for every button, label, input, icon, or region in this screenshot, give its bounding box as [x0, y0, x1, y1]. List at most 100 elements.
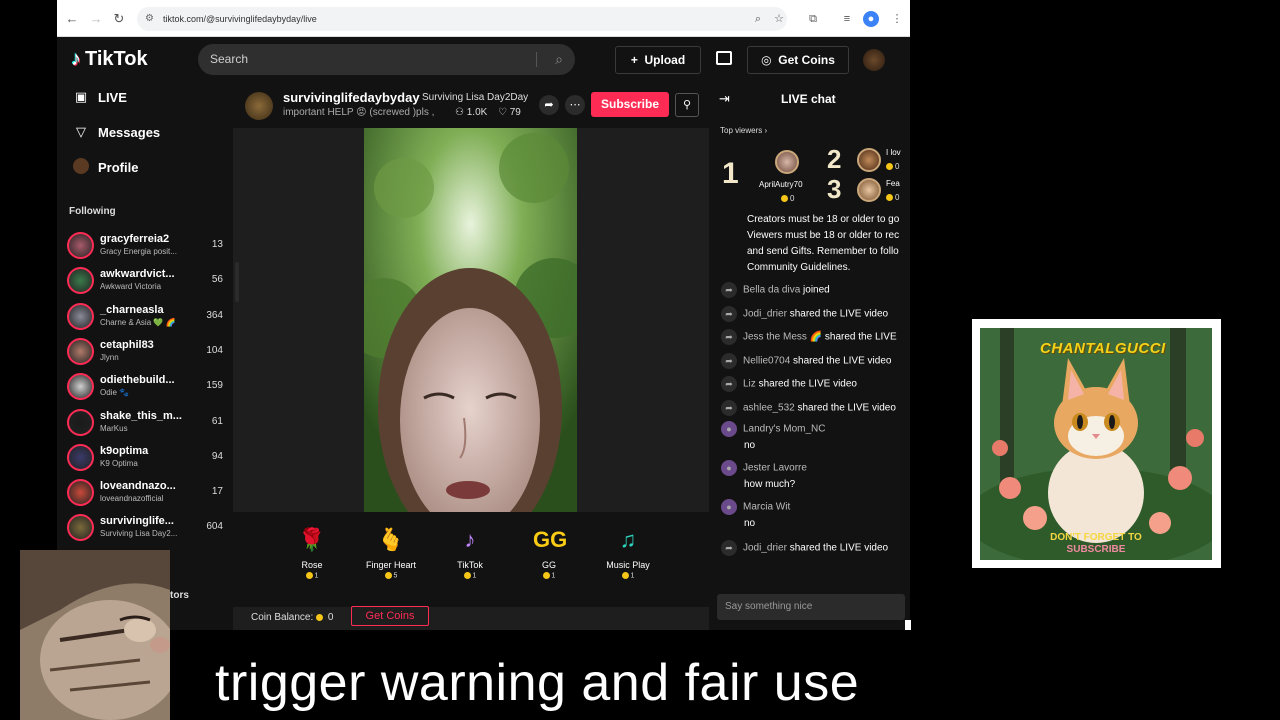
following-item[interactable]: loveandnazo... loveandnazofficial 17	[67, 476, 223, 508]
extensions-icon[interactable]: ⧉	[805, 11, 821, 27]
collapse-chat-icon[interactable]: ⇥	[719, 91, 730, 107]
top-viewers-label: Top viewers	[720, 126, 763, 135]
following-avatar	[67, 408, 94, 436]
window-corner	[905, 620, 911, 630]
guidelines-line: and send Gifts. Remember to follo	[747, 246, 899, 257]
following-item[interactable]: cetaphil83 Jlynn 104	[67, 335, 223, 367]
chat-username[interactable]: Jess the Mess 🌈	[743, 332, 822, 343]
sidebar-item-profile[interactable]: Profile	[72, 157, 138, 177]
subscribe-button[interactable]: Subscribe	[591, 92, 669, 117]
coin-value: 0	[790, 194, 795, 203]
reload-icon[interactable]: ↻	[110, 10, 128, 28]
following-username: odiethebuild...	[100, 374, 175, 387]
get-coins-label: Get Coins	[778, 53, 835, 67]
gift-item[interactable]: 🫰 Finger Heart 5	[356, 524, 426, 579]
gift-item[interactable]: ♪ TikTok 1	[435, 524, 505, 579]
share-event-icon: ➦	[721, 329, 737, 345]
chat-event-text: shared the LIVE video	[793, 355, 892, 367]
following-item[interactable]: k9optima K9 Optima 94	[67, 441, 223, 473]
chat-message: ● Landry's Mom_NC no	[721, 421, 910, 451]
gift-cost-value: 1	[472, 572, 477, 580]
chat-username[interactable]: Liz	[743, 379, 756, 390]
chat-event: ➦ Liz shared the LIVE video	[721, 376, 910, 392]
upload-button[interactable]: + Upload	[615, 46, 701, 74]
top-viewer-avatar[interactable]	[857, 148, 881, 172]
rank-number: 2	[827, 144, 842, 174]
top-viewers-link[interactable]: Top viewers ›	[720, 126, 767, 135]
following-item[interactable]: gracyferreia2 Gracy Energia posit... 13	[67, 229, 223, 261]
coin-icon	[886, 194, 893, 202]
get-coins-small-button[interactable]: Get Coins	[351, 606, 429, 626]
gift-item[interactable]: 🌹 Rose 1	[277, 524, 347, 579]
search-icon[interactable]: ⌕	[555, 44, 563, 75]
get-coins-button[interactable]: ◎ Get Coins	[747, 46, 849, 74]
top-viewer-avatar[interactable]	[857, 178, 881, 202]
chat-username[interactable]: Jodi_drier	[743, 543, 787, 554]
zoom-icon[interactable]: ⌕	[750, 11, 766, 27]
media-icon[interactable]: ≡	[839, 11, 855, 27]
host-avatar[interactable]	[245, 92, 273, 120]
chat-username[interactable]: ashlee_532	[743, 402, 795, 413]
share-icon[interactable]: ➦	[539, 95, 559, 115]
following-username: shake_this_m...	[100, 409, 182, 422]
gift-item[interactable]: ♫ Music Play 1	[593, 524, 663, 579]
share-event-icon: ➦	[721, 352, 737, 369]
forward-icon[interactable]: →	[87, 10, 105, 28]
search-input[interactable]: Search ⌕	[198, 44, 575, 75]
top-viewer-avatar[interactable]	[775, 150, 799, 174]
chat-username[interactable]: Jodi_drier	[743, 308, 787, 319]
coin-balance-value: 0	[327, 612, 334, 623]
coin-icon	[463, 572, 471, 579]
community-guidelines-notice: Creators must be 18 or older to go Viewe…	[747, 212, 910, 276]
following-item[interactable]: odiethebuild... Odie 🐾 159	[67, 370, 223, 402]
chat-user-avatar[interactable]: ●	[721, 460, 737, 476]
chat-user-avatar[interactable]: ●	[721, 421, 737, 437]
back-icon[interactable]: ←	[63, 10, 81, 28]
host-username[interactable]: survivinglifedaybyday	[283, 90, 420, 105]
following-item[interactable]: shake_this_m... MarKus 61	[67, 406, 223, 438]
gift-item[interactable]: GG GG 1	[514, 524, 584, 579]
live-video[interactable]	[364, 128, 577, 512]
profile-avatar-icon[interactable]: ●	[863, 11, 879, 27]
chat-username[interactable]: Landry's Mom_NC	[743, 424, 826, 435]
inbox-icon[interactable]	[716, 51, 732, 65]
menu-kebab-icon[interactable]: ⋮	[889, 11, 905, 27]
chat-user-avatar[interactable]: ●	[721, 499, 737, 515]
chat-event-text: shared the LIVE video	[789, 308, 889, 320]
chat-message: ● Marcia Wit no	[721, 499, 910, 529]
coin-icon	[384, 572, 392, 579]
follow-user-icon[interactable]: ⚲	[675, 93, 699, 117]
following-viewer-count: 604	[206, 521, 223, 533]
following-item[interactable]: _charneasla Charne & Asia 💚 🌈 364	[67, 300, 223, 332]
live-chat-panel: ⇥ LIVE chat Top viewers › 1 AprilAutry70…	[709, 82, 910, 630]
chat-username[interactable]: Nellie0704	[743, 355, 790, 366]
sidebar-item-messages[interactable]: ▽ Messages	[72, 122, 160, 142]
chat-username[interactable]: Jester Lavorre	[743, 463, 807, 474]
chat-input-placeholder: Say something nice	[725, 601, 813, 612]
chat-event: ➦ Jodi_drier shared the LIVE video	[721, 540, 910, 556]
url-text: tiktok.com/@survivinglifedaybyday/live	[163, 14, 317, 24]
following-avatar	[67, 267, 94, 295]
chat-username[interactable]: Bella da diva	[743, 285, 800, 296]
site-info-icon[interactable]: ⚙	[145, 7, 154, 31]
bookmark-star-icon[interactable]: ☆	[771, 11, 787, 27]
user-avatar[interactable]	[863, 49, 885, 71]
chat-input[interactable]: Say something nice	[717, 594, 905, 620]
url-field[interactable]: ⚙ tiktok.com/@survivinglifedaybyday/live	[137, 7, 787, 31]
following-item[interactable]: survivinglife... Surviving Lisa Day2... 60…	[67, 511, 223, 543]
sidebar-item-live[interactable]: ▣ LIVE	[72, 87, 127, 107]
profile-avatar-icon	[72, 157, 90, 177]
cat-cam-image	[20, 550, 170, 720]
tiktok-logo[interactable]: ♪ TikTok	[71, 48, 148, 71]
more-icon[interactable]: ⋯	[565, 95, 585, 115]
following-nickname: MarKus	[100, 423, 128, 433]
stream-header: survivinglifedaybyday Surviving Lisa Day…	[233, 82, 709, 128]
pet-cam-overlay	[20, 550, 170, 720]
collapse-handle[interactable]	[235, 262, 239, 302]
chat-username[interactable]: Marcia Wit	[743, 502, 790, 513]
channel-art-cat: CHANTALGUCCI DON'T FORGET TO SUBSCRIBE	[980, 328, 1212, 560]
following-item[interactable]: awkwardvict... Awkward Victoria 56	[67, 264, 223, 296]
guidelines-line: Community Guidelines.	[747, 262, 851, 273]
following-username: gracyferreia2	[100, 233, 170, 245]
sidebar-partial-label: tors	[170, 590, 189, 601]
